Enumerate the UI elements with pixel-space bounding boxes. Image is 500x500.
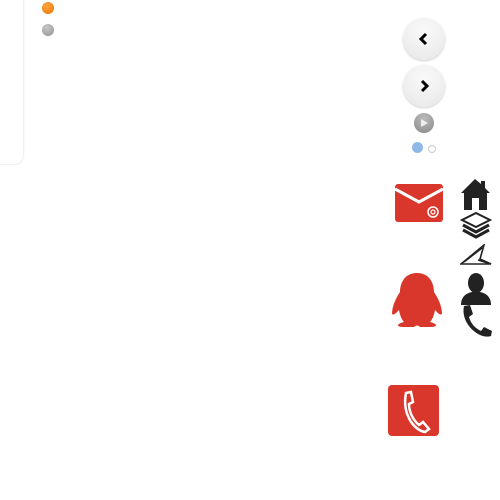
qq-penguin-icon (392, 273, 442, 327)
chevron-left-icon (418, 32, 428, 46)
layers-icon[interactable] (460, 211, 492, 239)
indicator-dot-active[interactable] (42, 2, 54, 14)
phone-app[interactable] (388, 385, 439, 436)
qq-app[interactable] (390, 272, 444, 328)
prev-button[interactable] (403, 18, 445, 60)
chevron-right-icon (420, 79, 430, 93)
home-icon[interactable] (460, 178, 491, 210)
page-dot[interactable] (428, 145, 436, 153)
play-button[interactable] (414, 113, 434, 133)
next-button[interactable] (403, 65, 445, 107)
phone-icon[interactable] (460, 304, 492, 338)
indicator-dot-inactive[interactable] (42, 24, 54, 36)
paper-plane-icon[interactable] (460, 244, 492, 266)
user-icon[interactable] (460, 272, 492, 305)
phone-app-icon (388, 385, 439, 436)
play-icon (421, 119, 428, 127)
mail-icon (395, 184, 443, 222)
side-panel (0, 0, 24, 165)
mail-app[interactable] (395, 184, 443, 222)
page-dot-active[interactable] (412, 142, 423, 153)
